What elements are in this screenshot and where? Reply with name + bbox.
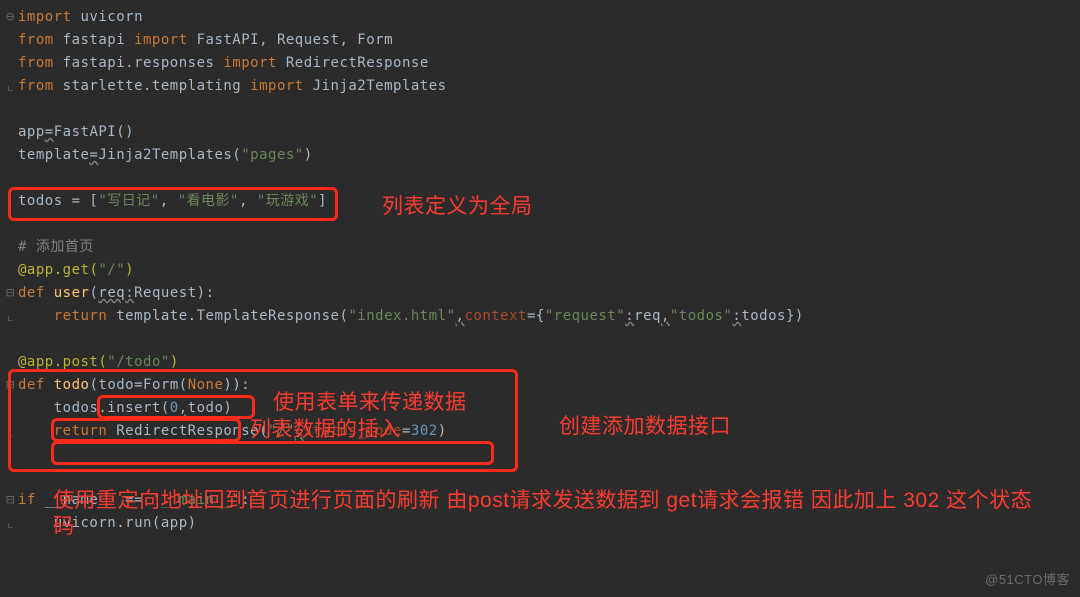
- fn-todo: todo: [45, 377, 90, 393]
- kw-from: from: [18, 32, 54, 48]
- mod-uvicorn: uvicorn: [72, 9, 143, 25]
- fn-user: user: [45, 285, 90, 301]
- watermark: @51CTO博客: [985, 568, 1070, 591]
- kw-import: import: [18, 9, 72, 25]
- fold-end-marker: ⌞: [6, 75, 18, 98]
- comment-add-home: # 添加首页: [18, 239, 94, 255]
- decorator-app-get: @app.get: [18, 262, 89, 278]
- code-editor[interactable]: ⊖import uvicorn from fastapi import Fast…: [0, 0, 1080, 541]
- fold-marker: ⊖: [6, 6, 18, 29]
- decorator-app-post: @app.post: [18, 354, 98, 370]
